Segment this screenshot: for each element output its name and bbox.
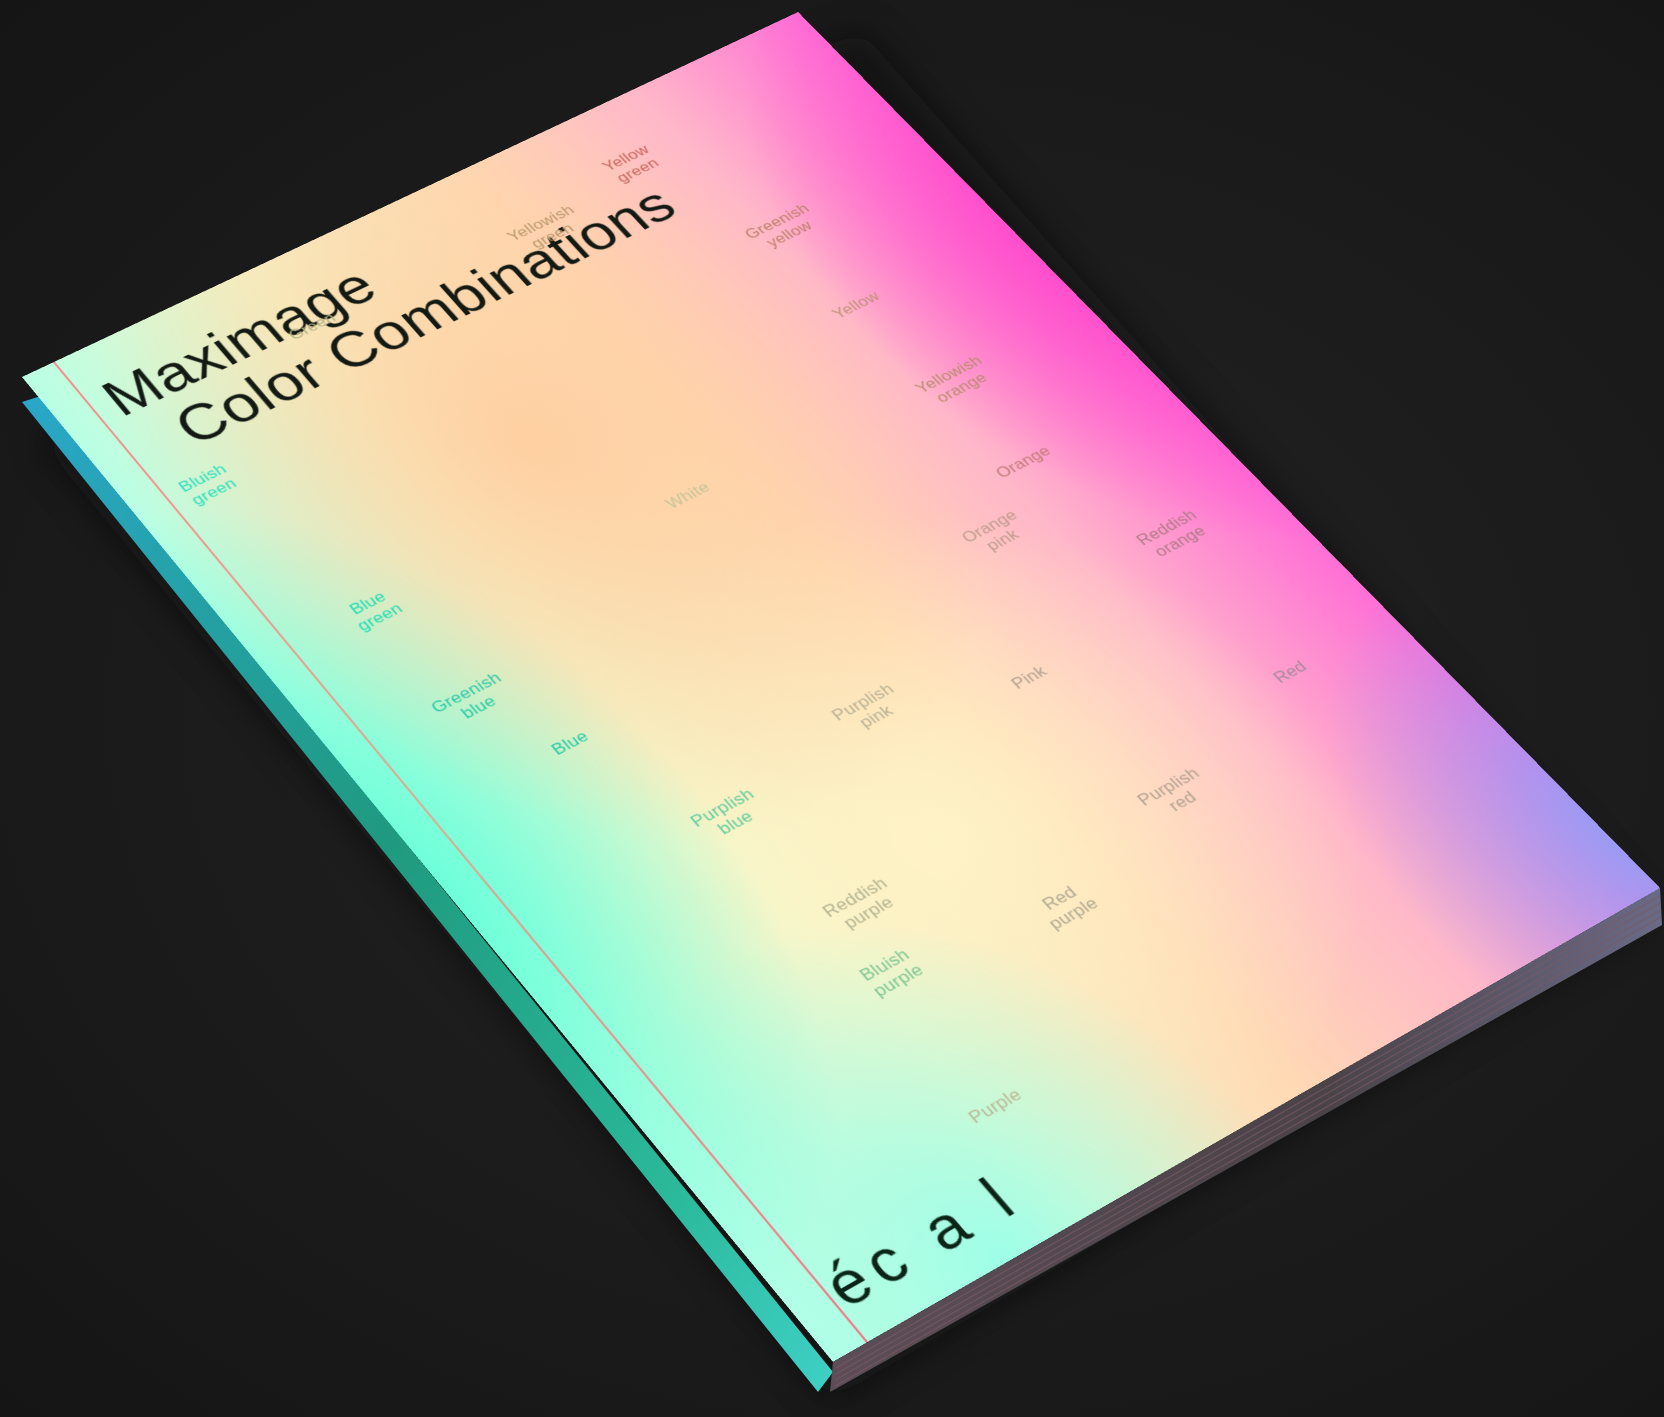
photo-scene: Maximage Color Combinations Yellow green… bbox=[0, 0, 1664, 1417]
